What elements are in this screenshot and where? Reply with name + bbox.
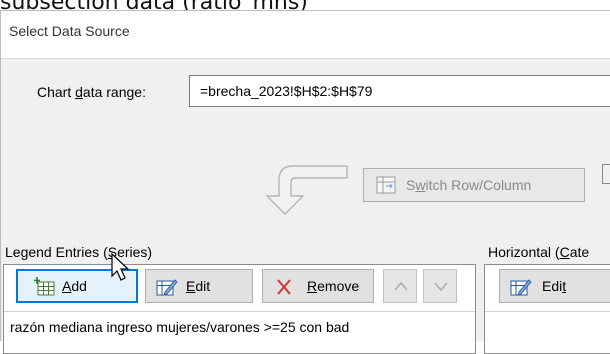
- move-down-icon: [434, 282, 448, 292]
- select-data-source-dialog: Select Data Source Chart data range: =br…: [0, 10, 610, 354]
- remove-label: Remove: [307, 278, 360, 294]
- edit-series-button[interactable]: Edit: [145, 269, 253, 303]
- move-down-button[interactable]: [423, 269, 457, 303]
- series-list-item[interactable]: razón mediana ingreso mujeres/varones >=…: [4, 311, 475, 345]
- edit-axis-label: Edit: [542, 278, 567, 294]
- legend-toolbar: Add Edit Remove: [4, 265, 475, 312]
- chart-data-range-input[interactable]: =brecha_2023!$H$2:$H$79: [189, 75, 610, 107]
- legend-entries-panel: Add Edit Remove razón mediana ingreso mu…: [3, 264, 476, 354]
- horizontal-toolbar: Edit: [485, 265, 610, 312]
- switch-row-column-label: Switch Row/Column: [406, 177, 532, 193]
- remove-series-button[interactable]: Remove: [262, 269, 374, 303]
- horizontal-axis-panel: Edit: [484, 264, 610, 354]
- move-up-icon: [394, 281, 408, 291]
- move-up-button[interactable]: [383, 269, 417, 303]
- add-label: Add: [62, 278, 87, 294]
- remove-icon: [277, 279, 291, 295]
- switch-row-column-button[interactable]: Switch Row/Column: [363, 168, 585, 202]
- chart-data-range-label: Chart data range:: [37, 84, 146, 100]
- edit-icon: [156, 279, 178, 296]
- dialog-titlebar: Select Data Source: [1, 11, 610, 59]
- edit-axis-labels-button[interactable]: Edit: [499, 269, 610, 303]
- dialog-title: Select Data Source: [9, 23, 130, 39]
- add-icon: [34, 277, 55, 296]
- edit-icon: [510, 279, 532, 296]
- partial-control-edge: [602, 164, 610, 184]
- switch-row-column-icon: [376, 176, 396, 194]
- mouse-cursor-icon: [111, 253, 130, 281]
- edit-label: Edit: [186, 278, 211, 294]
- curved-arrow-icon: [265, 165, 348, 215]
- horizontal-axis-labels-label: Horizontal (Cate: [488, 244, 590, 260]
